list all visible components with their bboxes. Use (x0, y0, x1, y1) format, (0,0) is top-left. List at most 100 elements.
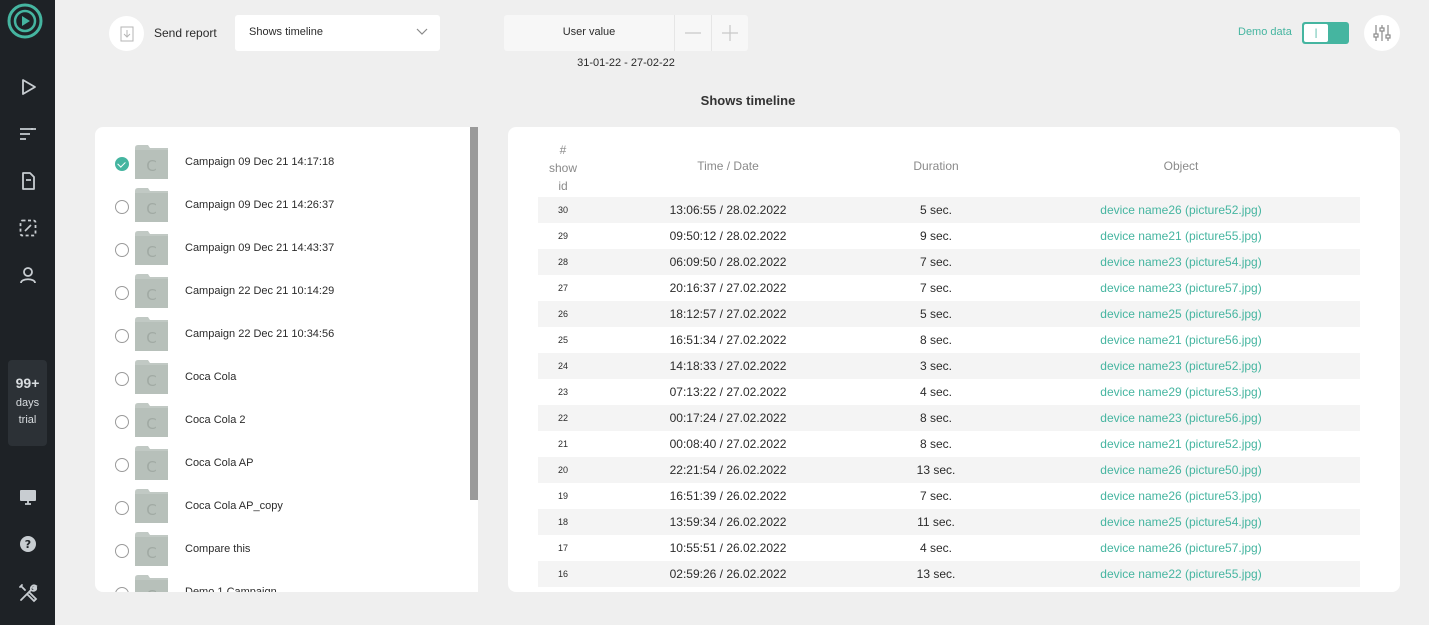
date-range[interactable]: 31-01-22 - 27-02-22 (504, 57, 748, 69)
campaign-item[interactable]: C Coca Cola 2 (95, 401, 465, 444)
cell-object-link[interactable]: device name29 (picture53.jpg) (1081, 385, 1281, 399)
cell-object-link[interactable]: device name26 (picture53.jpg) (1081, 489, 1281, 503)
header-time-date[interactable]: Time / Date (638, 159, 818, 173)
cell-object-link[interactable]: device name25 (picture56.jpg) (1081, 307, 1281, 321)
table-row: 19 16:51:39 / 26.02.2022 7 sec. device name… (538, 483, 1360, 509)
cell-time-date: 13:06:55 / 28.02.2022 (669, 203, 787, 217)
dashed-square-icon[interactable] (17, 217, 39, 239)
campaign-radio[interactable] (115, 501, 129, 515)
send-report-button[interactable] (109, 16, 144, 51)
header-object[interactable]: Object (1081, 159, 1281, 173)
campaign-name: Campaign 09 Dec 21 14:26:37 (185, 199, 335, 211)
campaign-item[interactable]: C Campaign 22 Dec 21 10:34:56 (95, 315, 465, 358)
campaign-name: Campaign 22 Dec 21 10:34:56 (185, 328, 335, 340)
cell-object-link[interactable]: device name23 (picture57.jpg) (1081, 281, 1281, 295)
campaign-radio[interactable] (115, 286, 129, 300)
toggle-knob: | (1304, 24, 1328, 42)
campaign-item[interactable]: C Campaign 22 Dec 21 10:14:29 (95, 272, 465, 315)
campaign-item[interactable]: C Coca Cola (95, 358, 465, 401)
campaign-item[interactable]: C Campaign 09 Dec 21 14:17:18 (95, 143, 465, 186)
folder-icon: C (135, 317, 168, 351)
cell-object-link[interactable]: device name26 (picture57.jpg) (1081, 541, 1281, 555)
monitor-icon[interactable] (17, 486, 39, 508)
campaign-radio[interactable] (115, 372, 129, 386)
folder-icon: C (135, 145, 168, 179)
cell-time-date: 22:21:54 / 26.02.2022 (669, 463, 787, 477)
cell-show-id: 24 (557, 361, 568, 371)
campaign-radio[interactable] (115, 458, 129, 472)
campaign-item[interactable]: C Coca Cola AP_copy (95, 487, 465, 530)
campaign-radio[interactable] (115, 329, 129, 343)
send-report-label[interactable]: Send report (154, 26, 217, 40)
folder-icon: C (135, 446, 168, 480)
cell-time-date: 16:51:39 / 26.02.2022 (669, 489, 787, 503)
cell-object-link[interactable]: device name21 (picture52.jpg) (1081, 437, 1281, 451)
campaign-name: Coca Cola 2 (185, 414, 246, 426)
campaign-name: Campaign 22 Dec 21 10:14:29 (185, 285, 335, 297)
cell-duration: 7 sec. (919, 255, 952, 269)
svg-text:C: C (146, 243, 156, 261)
campaign-list: C Campaign 09 Dec 21 14:17:18 C Campaign 09… (95, 127, 478, 592)
svg-text:C: C (146, 544, 156, 562)
campaign-name: Coca Cola (185, 371, 237, 383)
timeline-icon[interactable] (17, 123, 39, 145)
campaign-item[interactable]: C Campaign 09 Dec 21 14:43:37 (95, 229, 465, 272)
table-row: 17 10:55:51 / 26.02.2022 4 sec. device name… (538, 535, 1360, 561)
trial-badge[interactable]: 99+ days trial (8, 360, 47, 446)
cell-object-link[interactable]: device name23 (picture56.jpg) (1081, 411, 1281, 425)
campaign-radio[interactable] (115, 157, 129, 171)
table-row: 30 13:06:55 / 28.02.2022 5 sec. device name… (538, 197, 1360, 223)
table-row: 24 14:18:33 / 27.02.2022 3 sec. device name… (538, 353, 1360, 379)
cell-object-link[interactable]: device name23 (picture52.jpg) (1081, 359, 1281, 373)
campaign-radio[interactable] (115, 200, 129, 214)
tools-icon[interactable] (17, 582, 39, 604)
cell-object-link[interactable]: device name21 (picture56.jpg) (1081, 333, 1281, 347)
svg-text:?: ? (25, 538, 31, 551)
cell-object-link[interactable]: device name25 (picture54.jpg) (1081, 515, 1281, 529)
help-icon[interactable]: ? (17, 533, 39, 555)
campaign-radio[interactable] (115, 544, 129, 558)
campaign-item[interactable]: C Demo 1 Campaign (95, 573, 465, 592)
table-row: 25 16:51:34 / 27.02.2022 8 sec. device name… (538, 327, 1360, 353)
filter-settings-button[interactable] (1364, 15, 1400, 51)
campaign-item[interactable]: C Coca Cola AP (95, 444, 465, 487)
campaign-radio[interactable] (115, 415, 129, 429)
campaign-item[interactable]: C Compare this (95, 530, 465, 573)
logo-icon[interactable] (7, 3, 43, 39)
cell-object-link[interactable]: device name22 (picture55.jpg) (1081, 567, 1281, 581)
table-row: 22 00:17:24 / 27.02.2022 8 sec. device name… (538, 405, 1360, 431)
campaign-name: Campaign 09 Dec 21 14:17:18 (185, 156, 335, 168)
table-row: 27 20:16:37 / 27.02.2022 7 sec. device name… (538, 275, 1360, 301)
cell-object-link[interactable]: device name26 (picture50.jpg) (1081, 463, 1281, 477)
user-icon[interactable] (17, 264, 39, 286)
campaign-radio[interactable] (115, 243, 129, 257)
cell-duration: 11 sec. (917, 515, 955, 529)
header-duration[interactable]: Duration (886, 159, 986, 173)
svg-text:C: C (146, 200, 156, 218)
header-id-line1: # (559, 143, 567, 157)
cell-duration: 7 sec. (919, 489, 952, 503)
cell-show-id: 26 (557, 309, 568, 319)
user-value-label[interactable]: User value (504, 26, 674, 38)
cell-show-id: 18 (557, 517, 568, 527)
page-title: Shows timeline (700, 93, 796, 108)
demo-data-toggle[interactable]: | (1302, 22, 1349, 44)
file-icon[interactable] (17, 170, 39, 192)
cell-duration: 8 sec. (919, 333, 952, 347)
report-type-select[interactable]: Shows timeline (235, 15, 440, 51)
cell-object-link[interactable]: device name26 (picture52.jpg) (1081, 203, 1281, 217)
folder-icon: C (135, 231, 168, 265)
play-icon[interactable] (17, 76, 39, 98)
campaign-radio[interactable] (115, 587, 129, 592)
minus-icon (685, 32, 701, 34)
increment-button[interactable] (711, 15, 748, 51)
header-id-line2: show (548, 161, 577, 175)
decrement-button[interactable] (674, 15, 711, 51)
table-row: 29 09:50:12 / 28.02.2022 9 sec. device name… (538, 223, 1360, 249)
cell-object-link[interactable]: device name21 (picture55.jpg) (1081, 229, 1281, 243)
cell-object-link[interactable]: device name23 (picture54.jpg) (1081, 255, 1281, 269)
campaign-list-scrollbar[interactable] (470, 127, 478, 500)
svg-text:C: C (146, 372, 156, 390)
cell-duration: 13 sec. (916, 463, 956, 477)
campaign-item[interactable]: C Campaign 09 Dec 21 14:26:37 (95, 186, 465, 229)
